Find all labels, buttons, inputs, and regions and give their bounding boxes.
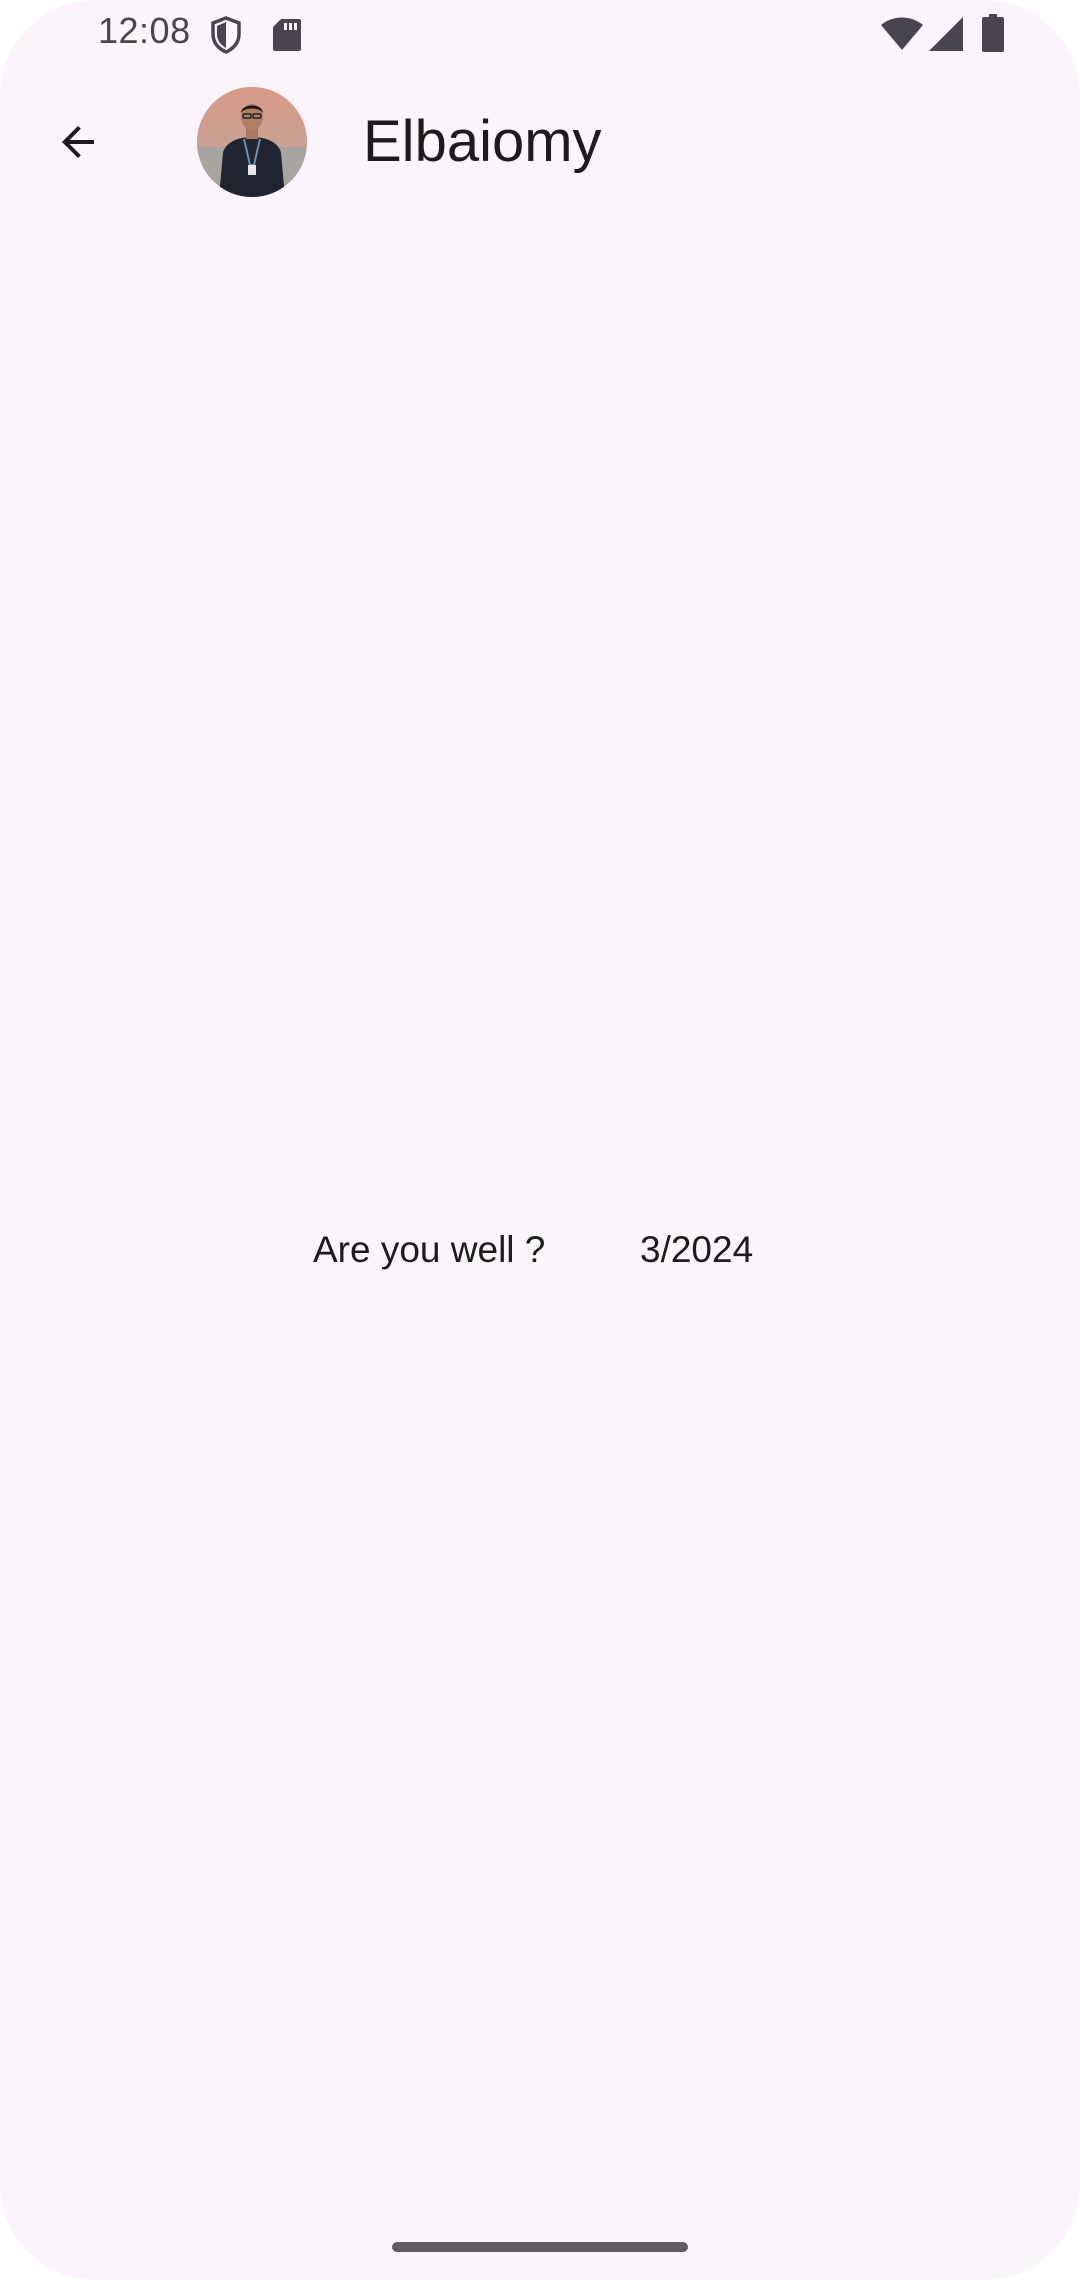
arrow-back-icon (62, 126, 94, 158)
message-date: 3/2024 (640, 1229, 754, 1270)
back-button[interactable] (34, 98, 122, 186)
status-time: 12:08 (98, 10, 191, 51)
sd-card-icon (273, 19, 301, 51)
app-bar: Elbaiomy (0, 68, 1080, 216)
contact-avatar-photo (197, 87, 307, 197)
message-text: Are you well ? (313, 1229, 546, 1270)
chat-screen: 12:08 Elbaiomy Are you well ? 3/2024 (0, 0, 1080, 2280)
battery-icon (982, 14, 1004, 52)
gesture-handle[interactable] (392, 2242, 688, 2252)
avatar[interactable] (197, 87, 307, 197)
wifi-icon (881, 17, 923, 50)
signal-icon (929, 17, 963, 51)
contact-name: Elbaiomy (363, 109, 602, 174)
message-row[interactable]: Are you well ? 3/2024 (0, 1222, 1080, 1278)
shield-icon (211, 16, 241, 54)
status-bar: 12:08 (0, 0, 1080, 68)
